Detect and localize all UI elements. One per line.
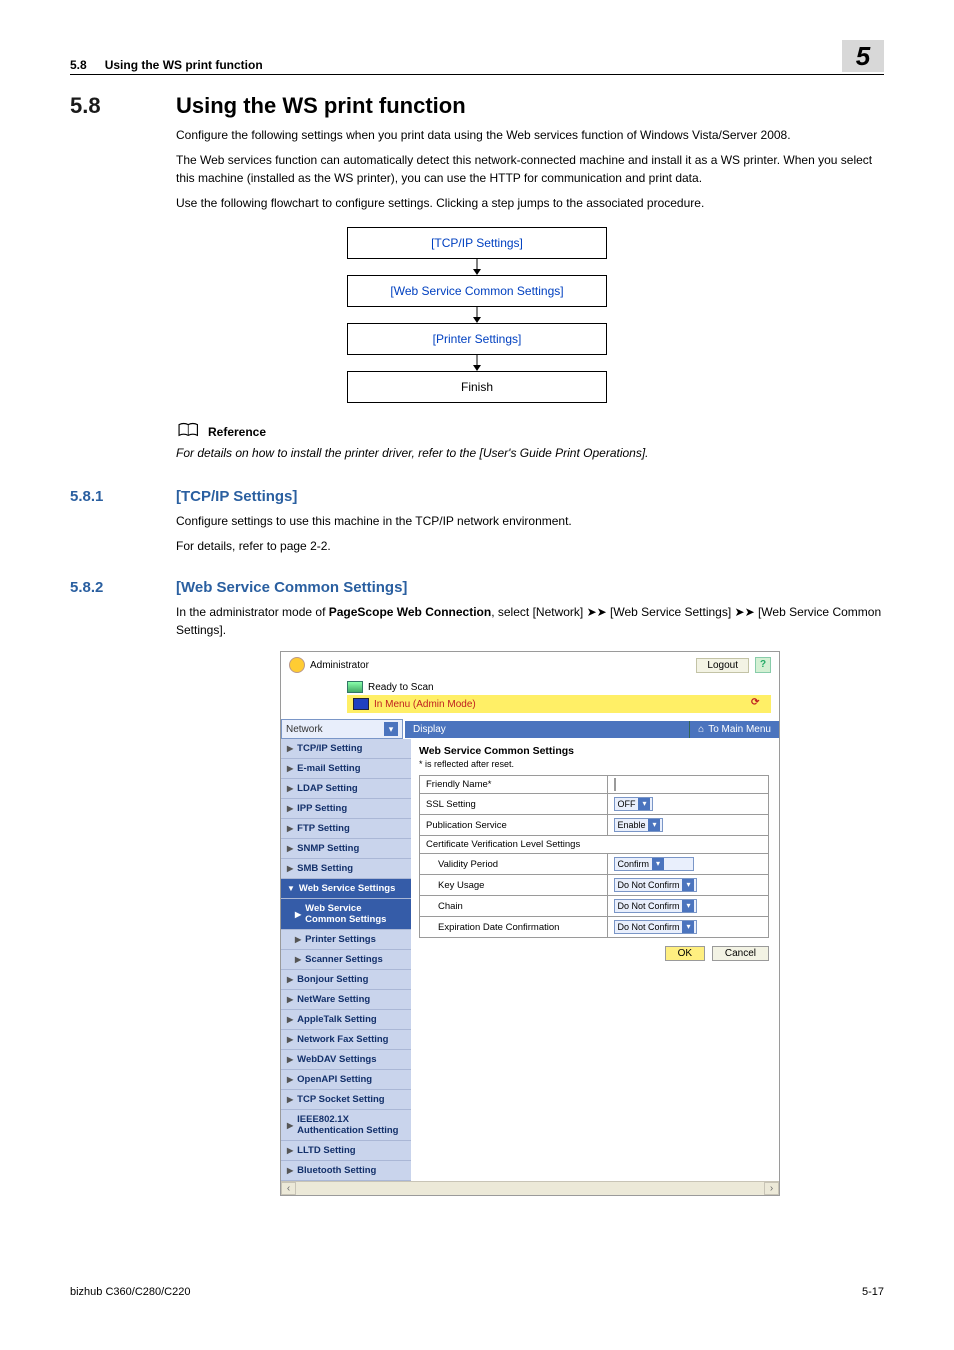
sidebar-item-tcpip[interactable]: ▶TCP/IP Setting (281, 739, 411, 759)
flow-step-3[interactable]: [Printer Settings] (433, 332, 522, 346)
screenshot-panel: Administrator Logout ? Ready to Scan In … (280, 651, 780, 1196)
settings-table: Friendly Name* SSL Setting OFF▾ Publicati… (419, 775, 769, 938)
header-section-title: Using the WS print function (105, 58, 263, 72)
cancel-button[interactable]: Cancel (712, 946, 769, 961)
subsection-title: [Web Service Common Settings] (176, 579, 407, 596)
header-section-number: 5.8 (70, 58, 87, 72)
in-menu-label: In Menu (Admin Mode) (374, 699, 476, 710)
footer-product: bizhub C360/C280/C220 (70, 1286, 190, 1298)
row-keyusage-label: Key Usage (420, 875, 608, 896)
flow-step-1[interactable]: [TCP/IP Settings] (431, 236, 523, 250)
friendly-name-input[interactable] (614, 778, 616, 791)
help-button[interactable]: ? (755, 657, 771, 673)
sidebar-item-email[interactable]: ▶E-mail Setting (281, 759, 411, 779)
validity-select[interactable]: Confirm▾ (614, 857, 694, 871)
sidebar-item-web-service-common[interactable]: ▶Web Service Common Settings (281, 899, 411, 930)
chevron-down-icon: ▾ (682, 879, 694, 891)
chevron-down-icon: ▾ (682, 900, 694, 912)
ssl-select[interactable]: OFF▾ (614, 797, 653, 811)
panel-title: Web Service Common Settings (419, 745, 769, 757)
row-cert-header: Certificate Verification Level Settings (420, 836, 769, 854)
chevron-down-icon: ▾ (638, 798, 650, 810)
sidebar-item-netware[interactable]: ▶NetWare Setting (281, 990, 411, 1010)
sidebar-item-tcp-socket[interactable]: ▶TCP Socket Setting (281, 1090, 411, 1110)
row-publication-label: Publication Service (420, 815, 608, 836)
ready-to-scan-label: Ready to Scan (368, 682, 434, 693)
scanner-status-icon (347, 681, 363, 693)
sidebar-item-appletalk[interactable]: ▶AppleTalk Setting (281, 1010, 411, 1030)
reference-icon (176, 421, 202, 444)
keyusage-select[interactable]: Do Not Confirm▾ (614, 878, 697, 892)
sidebar-item-scanner-settings[interactable]: ▶Scanner Settings (281, 950, 411, 970)
footer-page-number: 5-17 (862, 1286, 884, 1298)
chevron-down-icon: ▾ (384, 722, 398, 736)
sidebar-item-snmp[interactable]: ▶SNMP Setting (281, 839, 411, 859)
paragraph: Configure settings to use this machine i… (176, 513, 884, 530)
subsection-number: 5.8.2 (70, 579, 146, 596)
scroll-right-icon[interactable]: › (764, 1182, 779, 1195)
row-ssl-label: SSL Setting (420, 794, 608, 815)
sidebar-item-bluetooth[interactable]: ▶Bluetooth Setting (281, 1161, 411, 1181)
row-validity-label: Validity Period (420, 854, 608, 875)
chevron-down-icon: ▾ (682, 921, 694, 933)
administrator-icon (289, 657, 305, 673)
chevron-down-icon: ▾ (652, 858, 664, 870)
sidebar-item-openapi[interactable]: ▶OpenAPI Setting (281, 1070, 411, 1090)
section-title: Using the WS print function (176, 93, 466, 119)
flowchart: [TCP/IP Settings] [Web Service Common Se… (347, 227, 607, 403)
chevron-down-icon: ▾ (648, 819, 660, 831)
chapter-badge: 5 (842, 40, 884, 72)
panel-note: * is reflected after reset. (419, 759, 769, 769)
reference-text: For details on how to install the printe… (176, 446, 884, 460)
paragraph: For details, refer to page 2-2. (176, 538, 884, 555)
sidebar-item-web-service[interactable]: ▼Web Service Settings (281, 879, 411, 899)
sidebar-item-webdav[interactable]: ▶WebDAV Settings (281, 1050, 411, 1070)
logout-button[interactable]: Logout (696, 658, 749, 673)
sidebar-item-printer-settings[interactable]: ▶Printer Settings (281, 930, 411, 950)
sidebar-item-ftp[interactable]: ▶FTP Setting (281, 819, 411, 839)
horizontal-scrollbar[interactable]: ‹ › (281, 1181, 779, 1195)
administrator-label: Administrator (310, 660, 369, 671)
sidebar-item-bonjour[interactable]: ▶Bonjour Setting (281, 970, 411, 990)
subsection-number: 5.8.1 (70, 488, 146, 505)
flow-step-2[interactable]: [Web Service Common Settings] (390, 284, 563, 298)
row-chain-label: Chain (420, 896, 608, 917)
sidebar-item-ipp[interactable]: ▶IPP Setting (281, 799, 411, 819)
row-expiration-label: Expiration Date Confirmation (420, 917, 608, 938)
home-icon: ⌂ (698, 724, 704, 735)
sidebar: ▶TCP/IP Setting ▶E-mail Setting ▶LDAP Se… (281, 739, 411, 1181)
sidebar-item-ldap[interactable]: ▶LDAP Setting (281, 779, 411, 799)
sidebar-item-lltd[interactable]: ▶LLTD Setting (281, 1141, 411, 1161)
expiration-select[interactable]: Do Not Confirm▾ (614, 920, 697, 934)
reference-heading: Reference (208, 425, 266, 439)
ok-button[interactable]: OK (665, 946, 705, 961)
paragraph: The Web services function can automatica… (176, 152, 884, 187)
menu-status-icon (353, 698, 369, 710)
subsection-title: [TCP/IP Settings] (176, 488, 297, 505)
row-friendly-name-label: Friendly Name* (420, 776, 608, 794)
display-button[interactable]: Display (405, 721, 689, 738)
to-main-menu-button[interactable]: ⌂To Main Menu (689, 721, 779, 738)
paragraph: Use the following flowchart to configure… (176, 195, 884, 212)
sidebar-item-smb[interactable]: ▶SMB Setting (281, 859, 411, 879)
category-dropdown[interactable]: Network▾ (281, 719, 403, 739)
refresh-icon[interactable]: ⟳ (751, 697, 765, 711)
paragraph: Configure the following settings when yo… (176, 127, 884, 144)
sidebar-item-ieee8021x[interactable]: ▶IEEE802.1X Authentication Setting (281, 1110, 411, 1141)
section-number: 5.8 (70, 93, 146, 119)
scroll-left-icon[interactable]: ‹ (281, 1182, 296, 1195)
chain-select[interactable]: Do Not Confirm▾ (614, 899, 697, 913)
flow-step-4: Finish (461, 380, 493, 394)
publication-select[interactable]: Enable▾ (614, 818, 663, 832)
sidebar-item-network-fax[interactable]: ▶Network Fax Setting (281, 1030, 411, 1050)
paragraph: In the administrator mode of PageScope W… (176, 604, 884, 639)
